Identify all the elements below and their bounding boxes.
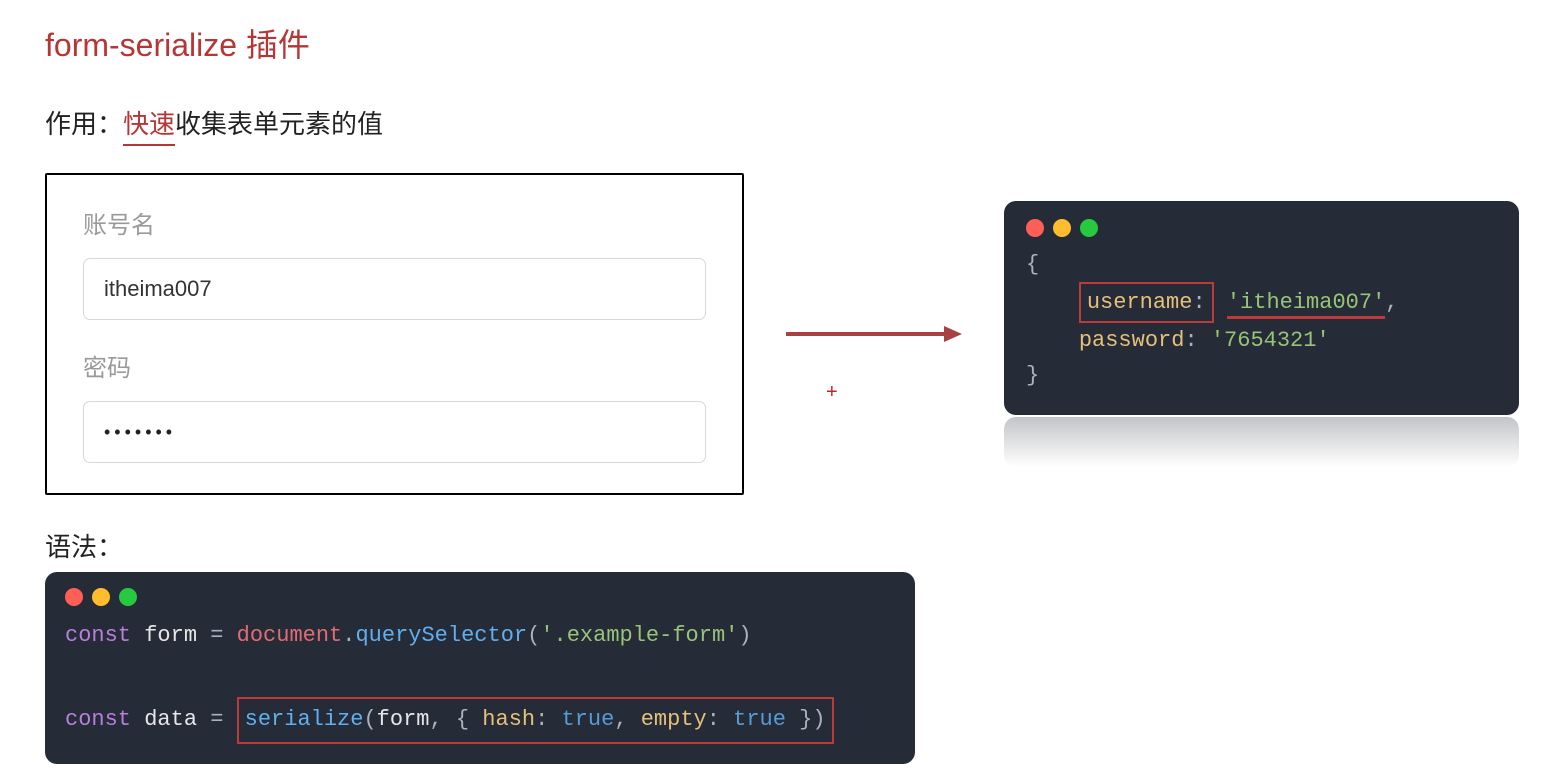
window-dots [1026, 219, 1497, 237]
fn-qs: querySelector [355, 623, 527, 648]
var-data: data [144, 707, 197, 732]
plus-icon: + [826, 381, 838, 404]
prop-hash: hash [482, 707, 535, 732]
colon4: : [707, 707, 720, 732]
true1: true [562, 707, 615, 732]
maximize-icon [119, 588, 137, 606]
lp2: ( [363, 707, 376, 732]
close-icon [65, 588, 83, 606]
close-icon [1026, 219, 1044, 237]
selector-str: '.example-form' [540, 623, 738, 648]
description: 作用：快速收集表单元素的值 [45, 104, 1519, 141]
reflection [1004, 417, 1519, 467]
arrow-wrap: + [784, 319, 964, 349]
colon: : [1192, 290, 1205, 315]
syntax-code-block: const form = document.querySelector('.ex… [45, 572, 915, 764]
serialize-highlight: serialize(form, { hash: true, empty: tru… [237, 697, 834, 744]
comma: , [1385, 290, 1398, 315]
fn-serialize: serialize [245, 707, 364, 732]
username-input[interactable] [83, 258, 706, 320]
form-panel: 账号名 密码 [45, 173, 744, 495]
minimize-icon [92, 588, 110, 606]
comma3: , [614, 707, 627, 732]
illustration-row: 账号名 密码 + { username: 'itheima007', passw… [45, 173, 1519, 495]
out-password-val: '7654321' [1211, 328, 1330, 353]
eq: = [210, 623, 223, 648]
output-code: { username: 'itheima007', password: '765… [1026, 247, 1497, 394]
window-dots-2 [65, 588, 895, 606]
description-prefix: 作用： [45, 109, 123, 139]
password-input[interactable] [83, 401, 706, 463]
arg-form: form [377, 707, 430, 732]
obj-document: document [237, 623, 343, 648]
description-suffix: 收集表单元素的值 [175, 109, 383, 139]
maximize-icon [1080, 219, 1098, 237]
minimize-icon [1053, 219, 1071, 237]
kw-const2: const [65, 707, 131, 732]
arrow-icon [784, 319, 964, 349]
username-label: 账号名 [83, 205, 706, 240]
eq2: = [210, 707, 223, 732]
colon3: : [535, 707, 548, 732]
brace-open: { [1026, 252, 1039, 277]
var-form: form [144, 623, 197, 648]
dot: . [342, 623, 355, 648]
prop-empty: empty [641, 707, 707, 732]
output-code-block: { username: 'itheima007', password: '765… [1004, 201, 1519, 416]
syntax-code: const form = document.querySelector('.ex… [65, 616, 895, 744]
comma2: , [429, 707, 442, 732]
brace-close: } [1026, 363, 1039, 388]
out-username-key: username [1087, 290, 1193, 315]
colon2: : [1184, 328, 1197, 353]
out-username-val: 'itheima007' [1227, 290, 1385, 319]
rb: } [799, 707, 812, 732]
output-wrap: { username: 'itheima007', password: '765… [1004, 201, 1519, 468]
page-title: form-serialize 插件 [45, 20, 1519, 66]
rp2: ) [812, 707, 825, 732]
syntax-label: 语法： [45, 527, 1519, 564]
password-label: 密码 [83, 348, 706, 383]
out-password-key: password [1079, 328, 1185, 353]
rp: ) [738, 623, 751, 648]
username-key-highlight: username: [1079, 282, 1214, 323]
description-highlight: 快速 [123, 109, 175, 146]
lb: { [456, 707, 469, 732]
kw-const: const [65, 623, 131, 648]
lp: ( [527, 623, 540, 648]
true2: true [733, 707, 786, 732]
